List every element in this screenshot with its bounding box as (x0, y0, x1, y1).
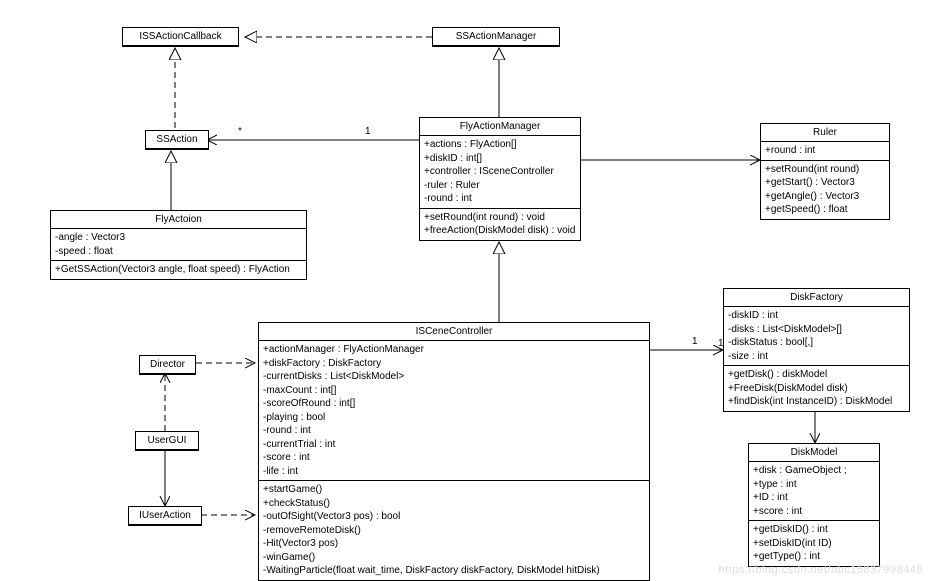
class-usergui: UserGUI (135, 431, 199, 451)
class-title: DiskFactory (724, 289, 909, 307)
multiplicity-one: 1 (365, 126, 371, 137)
attr-row: -ruler : Ruler (424, 179, 576, 193)
attr-row: +disk : GameObject ; (753, 464, 875, 478)
class-attrs: +actionManager : FlyActionManager +diskF… (259, 341, 649, 481)
op-row: +getSpeed() : float (765, 203, 885, 217)
class-ops: +startGame() +checkStatus() -outOfSight(… (259, 481, 649, 580)
op-row: +checkStatus() (263, 497, 645, 511)
class-title: UserGUI (136, 432, 198, 450)
op-row: -winGame() (263, 551, 645, 565)
class-title: FlyActionManager (420, 118, 580, 136)
multiplicity-star: * (238, 126, 242, 137)
class-title: SSAction (146, 131, 208, 149)
attr-row: -size : int (728, 350, 905, 364)
attr-row: -currentDisks : List<DiskModel> (263, 370, 645, 384)
attr-row: -round : int (424, 192, 576, 206)
attr-row: +actionManager : FlyActionManager (263, 343, 645, 357)
op-row: +GetSSAction(Vector3 angle, float speed)… (55, 263, 302, 277)
class-title: Director (140, 356, 195, 374)
class-title: Ruler (761, 124, 889, 142)
op-row: +startGame() (263, 483, 645, 497)
class-diskfactory: DiskFactory -diskID : int -disks : List<… (723, 288, 910, 412)
op-row: +getType() : int (753, 550, 875, 564)
class-ops: +setRound(int round) : void +freeAction(… (420, 209, 580, 240)
attr-row: +type : int (753, 478, 875, 492)
op-row: +setDiskID(int ID) (753, 537, 875, 551)
attr-row: -scoreOfRound : int[] (263, 397, 645, 411)
class-iuseraction: IUserAction (128, 506, 202, 526)
class-ops: +getDiskID() : int +setDiskID(int ID) +g… (749, 521, 879, 566)
attr-row: -speed : float (55, 245, 302, 259)
op-row: +getAngle() : Vector3 (765, 190, 885, 204)
watermark-text: https://blog.csdn.net/abc15837998448 (718, 564, 923, 576)
op-row: +setRound(int round) (765, 163, 885, 177)
class-attrs: +disk : GameObject ; +type : int +ID : i… (749, 462, 879, 521)
op-row: +FreeDisk(DiskModel disk) (728, 382, 905, 396)
class-ruler: Ruler +round : int +setRound(int round) … (760, 123, 890, 220)
op-row: +setRound(int round) : void (424, 211, 576, 225)
class-attrs: -diskID : int -disks : List<DiskModel>[]… (724, 307, 909, 366)
op-row: +getDiskID() : int (753, 523, 875, 537)
attr-row: -score : int (263, 451, 645, 465)
class-attrs: +actions : FlyAction[] +diskID : int[] +… (420, 136, 580, 209)
class-flyactoion: FlyActoion -angle : Vector3 -speed : flo… (50, 210, 307, 280)
attr-row: -angle : Vector3 (55, 231, 302, 245)
attr-row: -life : int (263, 465, 645, 479)
class-attrs: -angle : Vector3 -speed : float (51, 229, 306, 261)
class-ops: +GetSSAction(Vector3 angle, float speed)… (51, 261, 306, 279)
class-title: ISSActionCallback (123, 28, 238, 46)
attr-row: -diskID : int (728, 309, 905, 323)
attr-row: +ID : int (753, 491, 875, 505)
attr-row: +actions : FlyAction[] (424, 138, 576, 152)
class-issactioncallback: ISSActionCallback (122, 27, 239, 47)
class-ssactionmanager: SSActionManager (432, 27, 560, 47)
attr-row: -playing : bool (263, 411, 645, 425)
attr-row: +diskID : int[] (424, 152, 576, 166)
class-ops: +setRound(int round) +getStart() : Vecto… (761, 161, 889, 219)
class-title: DiskModel (749, 444, 879, 462)
op-row: +getDisk() : diskModel (728, 368, 905, 382)
class-title: FlyActoion (51, 211, 306, 229)
op-row: +findDisk(int InstanceID) : DiskModel (728, 395, 905, 409)
op-row: -removeRemoteDisk() (263, 524, 645, 538)
class-flyactionmanager: FlyActionManager +actions : FlyAction[] … (419, 117, 581, 241)
class-ops: +getDisk() : diskModel +FreeDisk(DiskMod… (724, 366, 909, 411)
op-row: +freeAction(DiskModel disk) : void (424, 224, 576, 238)
class-attrs: +round : int (761, 142, 889, 161)
op-row: -Hit(Vector3 pos) (263, 537, 645, 551)
class-title: SSActionManager (433, 28, 559, 46)
class-director: Director (139, 355, 196, 375)
class-ssaction: SSAction (145, 130, 209, 150)
multiplicity-one: 1 (692, 336, 698, 347)
attr-row: +diskFactory : DiskFactory (263, 357, 645, 371)
class-diskmodel: DiskModel +disk : GameObject ; +type : i… (748, 443, 880, 567)
attr-row: +score : int (753, 505, 875, 519)
attr-row: -currentTrial : int (263, 438, 645, 452)
attr-row: -disks : List<DiskModel>[] (728, 323, 905, 337)
attr-row: -round : int (263, 424, 645, 438)
class-iscenecontroller: ISCeneController +actionManager : FlyAct… (258, 322, 650, 581)
op-row: -WaitingParticle(float wait_time, DiskFa… (263, 564, 645, 578)
attr-row: -diskStatus : bool[,] (728, 336, 905, 350)
op-row: -outOfSight(Vector3 pos) : bool (263, 510, 645, 524)
attr-row: -maxCount : int[] (263, 384, 645, 398)
op-row: +getStart() : Vector3 (765, 176, 885, 190)
class-title: ISCeneController (259, 323, 649, 341)
class-title: IUserAction (129, 507, 201, 525)
attr-row: +controller : ISceneController (424, 165, 576, 179)
attr-row: +round : int (765, 144, 885, 158)
